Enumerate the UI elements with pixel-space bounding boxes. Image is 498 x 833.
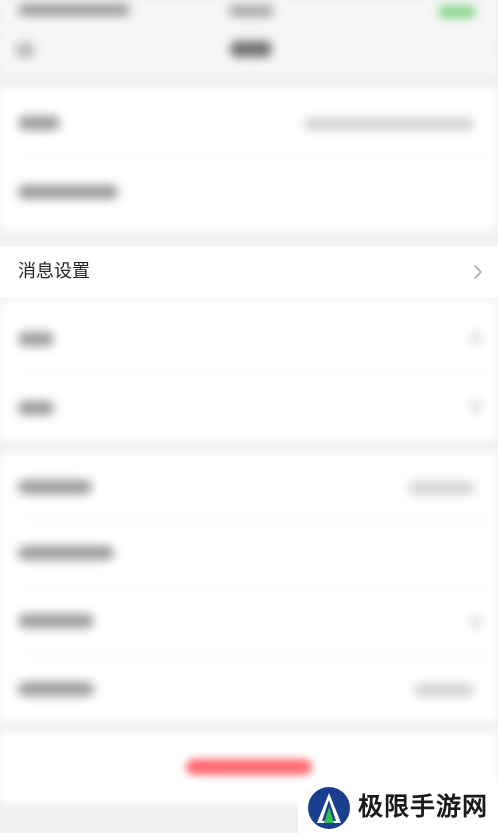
row-label — [18, 332, 54, 346]
settings-row[interactable] — [0, 88, 498, 158]
settings-row[interactable] — [0, 452, 498, 519]
settings-row[interactable] — [0, 588, 498, 655]
navigation-bar — [0, 28, 498, 74]
message-settings-label: 消息设置 — [18, 261, 90, 282]
watermark-text: 极限手游网 — [358, 792, 489, 821]
row-value — [408, 482, 474, 494]
row-label — [18, 614, 94, 628]
chevron-right-icon — [472, 616, 480, 628]
watermark: 极限手游网 — [298, 782, 498, 833]
clock — [228, 5, 274, 17]
row-label — [18, 682, 94, 696]
carrier-indicator — [18, 4, 130, 16]
chevron-right-icon — [472, 401, 480, 413]
settings-row[interactable] — [0, 159, 498, 229]
site-logo-icon — [308, 787, 350, 829]
row-label — [18, 116, 60, 130]
settings-row[interactable] — [0, 300, 498, 370]
row-value — [304, 118, 474, 130]
settings-group-1 — [0, 88, 498, 230]
row-value — [414, 684, 474, 696]
battery-icon — [438, 6, 476, 18]
danger-button[interactable] — [186, 759, 312, 775]
chevron-right-icon — [472, 332, 480, 344]
status-bar — [0, 0, 498, 28]
settings-row[interactable] — [0, 520, 498, 587]
row-label — [18, 185, 118, 199]
row-label — [18, 546, 114, 560]
settings-group-3 — [0, 452, 498, 722]
settings-row[interactable] — [0, 371, 498, 440]
settings-group-2 — [0, 300, 498, 440]
page-title — [230, 41, 272, 57]
row-label — [18, 401, 54, 415]
chevron-right-icon — [474, 265, 482, 279]
message-settings-row[interactable]: 消息设置 — [0, 246, 498, 298]
back-button[interactable] — [16, 42, 34, 58]
row-label — [18, 480, 92, 494]
settings-row[interactable] — [0, 656, 498, 722]
